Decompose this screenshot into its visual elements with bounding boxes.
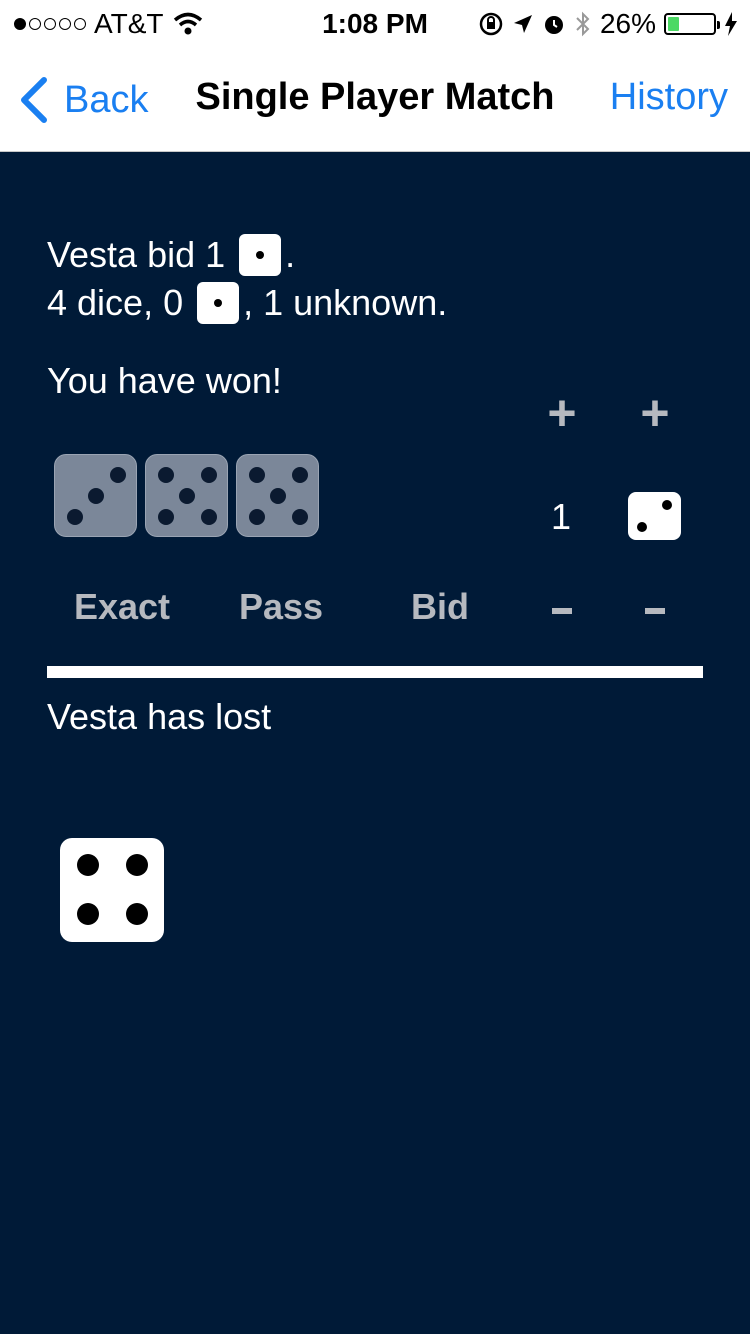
exact-button[interactable]: Exact xyxy=(62,586,182,628)
increase-face-button[interactable]: + xyxy=(635,384,675,442)
decrease-count-button[interactable] xyxy=(552,608,572,614)
navigation-bar: Back Single Player Match History xyxy=(0,50,750,152)
location-arrow-icon xyxy=(513,15,532,33)
bid-count-value: 1 xyxy=(551,496,572,537)
divider xyxy=(47,666,703,678)
status-right: 26% xyxy=(478,8,738,40)
history-button[interactable]: History xyxy=(610,76,728,119)
bid-prefix: Vesta bid 1 xyxy=(47,234,226,275)
bid-face-die xyxy=(628,492,681,540)
dice-count-line: 4 dice, 0 , 1 unknown. xyxy=(47,282,447,324)
bluetooth-icon xyxy=(576,11,590,37)
bid-suffix: . xyxy=(285,234,296,275)
player-die-3 xyxy=(54,454,137,537)
opponent-result: Vesta has lost xyxy=(47,696,272,737)
signal-strength-icon xyxy=(14,18,86,30)
count-prefix: 4 dice, 0 xyxy=(47,282,184,323)
bid-die-icon xyxy=(239,234,282,276)
count-suffix: , 1 unknown. xyxy=(243,282,448,323)
opponent-die-4 xyxy=(60,838,164,942)
status-bar: AT&T 1:08 PM 26% xyxy=(0,0,750,50)
result-message: You have won! xyxy=(47,360,282,401)
alarm-clock-icon xyxy=(544,16,563,34)
player-die-5 xyxy=(145,454,228,537)
decrease-face-button[interactable] xyxy=(645,608,665,614)
battery-icon xyxy=(664,13,720,35)
battery-percent: 26% xyxy=(599,8,656,39)
status-left: AT&T xyxy=(14,8,203,40)
bid-button[interactable]: Bid xyxy=(400,586,480,628)
game-area: Vesta bid 1 . 4 dice, 0 , 1 unknown. You… xyxy=(0,152,750,1334)
rotation-lock-icon xyxy=(479,12,503,36)
wifi-icon xyxy=(174,12,203,35)
increase-count-button[interactable]: + xyxy=(542,384,582,442)
player-die-5 xyxy=(236,454,319,537)
carrier-label: AT&T xyxy=(94,8,164,39)
pass-button[interactable]: Pass xyxy=(226,586,336,628)
charging-bolt-icon xyxy=(725,12,737,36)
count-die-icon xyxy=(197,282,240,324)
bid-line: Vesta bid 1 . xyxy=(47,234,295,276)
